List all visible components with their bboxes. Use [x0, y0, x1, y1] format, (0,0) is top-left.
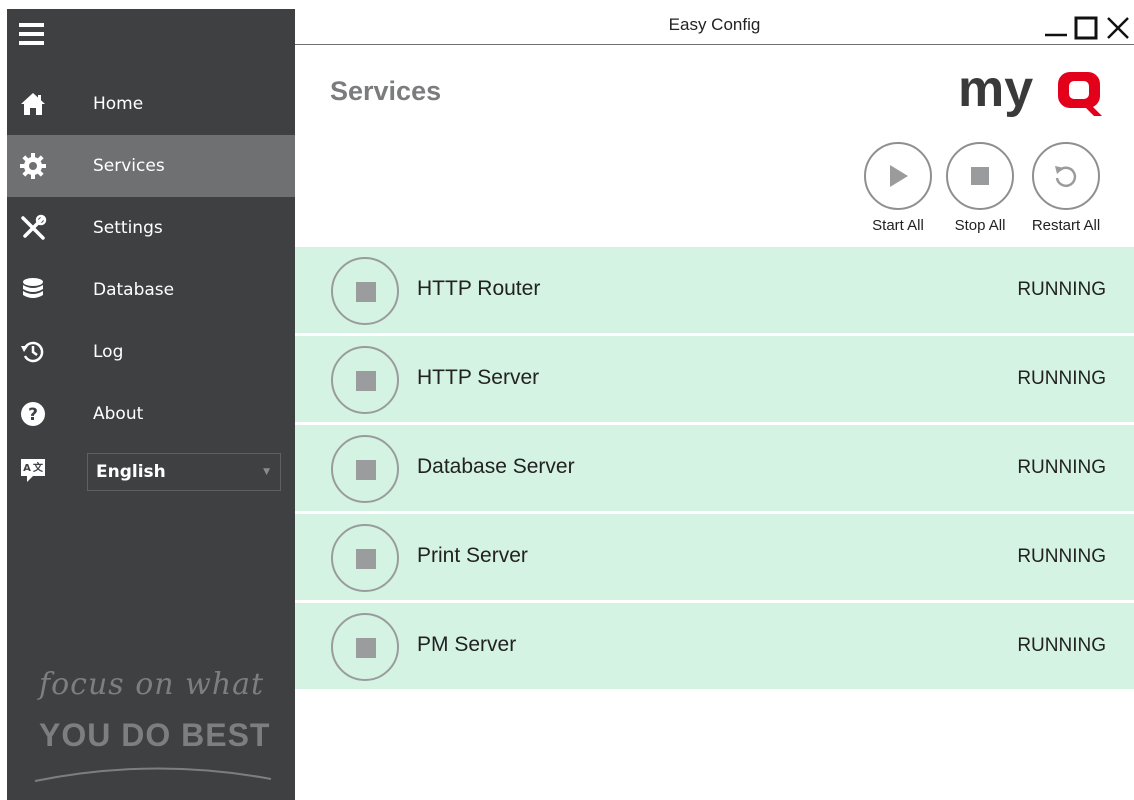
stop-service-button[interactable] — [331, 257, 399, 325]
restart-all-label: Restart All — [1031, 217, 1101, 234]
play-icon — [864, 142, 932, 210]
stop-icon — [946, 142, 1014, 210]
logo-text: my — [958, 64, 1033, 118]
stop-icon — [356, 282, 376, 302]
stop-icon — [356, 549, 376, 569]
history-icon — [19, 338, 47, 366]
sidebar-item-label: Services — [93, 156, 165, 176]
window-title: Easy Config — [668, 15, 761, 34]
service-status: RUNNING — [1017, 546, 1106, 567]
svg-text:A: A — [23, 463, 31, 474]
service-row: Print Server RUNNING — [295, 514, 1134, 600]
restart-all-button[interactable]: Restart All — [1026, 142, 1106, 234]
stop-service-button[interactable] — [331, 435, 399, 503]
swoosh-decoration — [34, 767, 272, 782]
tagline-line2: YOU DO BEST — [39, 717, 271, 753]
sidebar-item-log[interactable]: Log — [7, 321, 295, 383]
tools-icon — [19, 214, 47, 242]
home-icon — [19, 90, 47, 118]
stop-all-label: Stop All — [954, 217, 1006, 234]
service-row: Database Server RUNNING — [295, 425, 1134, 511]
sidebar-item-home[interactable]: Home — [7, 73, 295, 135]
language-select[interactable]: English ▼ — [87, 453, 281, 491]
stop-icon — [356, 460, 376, 480]
service-name: PM Server — [417, 633, 517, 656]
language-row: A文 English ▼ — [7, 447, 295, 497]
service-row: PM Server RUNNING — [295, 603, 1134, 689]
stop-icon — [356, 371, 376, 391]
sidebar-item-label: Settings — [93, 218, 163, 238]
chevron-down-icon: ▼ — [263, 467, 270, 477]
stop-service-button[interactable] — [331, 524, 399, 592]
minimize-icon[interactable] — [1043, 15, 1069, 41]
window-titlebar: Easy Config — [295, 9, 1134, 45]
service-row: HTTP Router RUNNING — [295, 247, 1134, 333]
page-title: Services — [330, 76, 442, 106]
service-name: Database Server — [417, 455, 575, 478]
stop-service-button[interactable] — [331, 613, 399, 681]
myq-logo: my — [958, 64, 1102, 118]
sidebar-item-services[interactable]: Services — [7, 135, 295, 197]
stop-all-button[interactable]: Stop All — [940, 142, 1020, 234]
maximize-icon[interactable] — [1073, 15, 1099, 41]
hamburger-menu-icon[interactable] — [19, 23, 44, 45]
service-name: HTTP Router — [417, 277, 541, 300]
sidebar-item-label: Database — [93, 280, 175, 300]
help-icon: ? — [19, 400, 47, 428]
service-status: RUNNING — [1017, 279, 1106, 300]
sidebar-item-label: About — [93, 404, 144, 424]
service-name: Print Server — [417, 544, 528, 567]
gear-icon — [19, 152, 47, 180]
restart-icon — [1032, 142, 1100, 210]
service-name: HTTP Server — [417, 366, 540, 389]
tagline-line1: focus on what — [39, 667, 265, 702]
service-status: RUNNING — [1017, 635, 1106, 656]
stop-icon — [356, 638, 376, 658]
sidebar-item-database[interactable]: Database — [7, 259, 295, 321]
sidebar: Home Services Settings Database Log ? Ab… — [7, 9, 295, 800]
translate-icon: A文 — [19, 456, 47, 484]
language-select-value: English — [96, 462, 166, 482]
sidebar-item-settings[interactable]: Settings — [7, 197, 295, 259]
svg-text:文: 文 — [33, 461, 44, 474]
sidebar-item-about[interactable]: ? About — [7, 383, 295, 445]
service-row: HTTP Server RUNNING — [295, 336, 1134, 422]
sidebar-item-label: Log — [93, 342, 124, 362]
start-all-button[interactable]: Start All — [858, 142, 938, 234]
service-status: RUNNING — [1017, 457, 1106, 478]
stop-service-button[interactable] — [331, 346, 399, 414]
sidebar-item-label: Home — [93, 94, 144, 114]
start-all-label: Start All — [872, 217, 924, 234]
svg-text:?: ? — [28, 405, 38, 425]
close-icon[interactable] — [1105, 15, 1131, 41]
service-status: RUNNING — [1017, 368, 1106, 389]
database-icon — [19, 276, 47, 304]
